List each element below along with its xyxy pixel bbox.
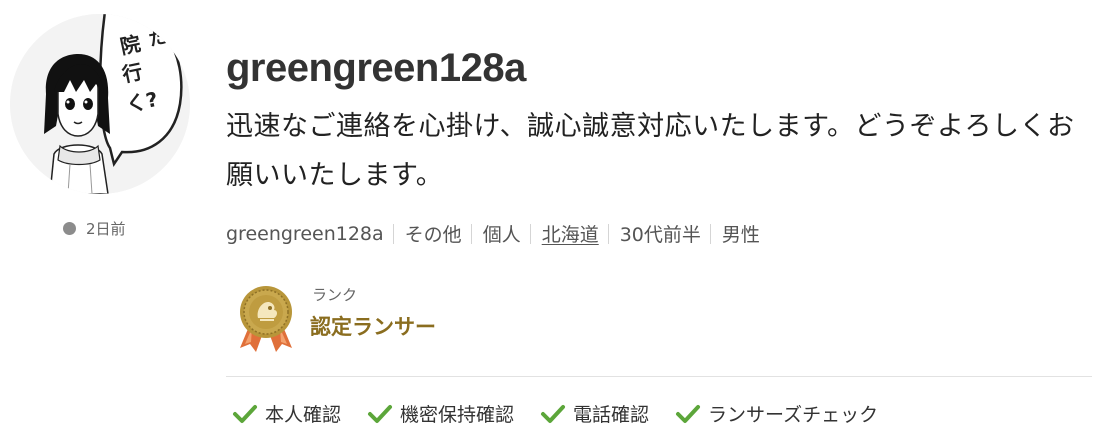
username-heading: greengreen128a xyxy=(226,46,526,90)
verification-label: 本人確認 xyxy=(265,404,342,426)
rank-section: ランク 認定ランサー xyxy=(236,284,436,354)
check-icon xyxy=(676,404,701,423)
verification-label: ランサーズチェック xyxy=(708,404,879,426)
avatar: 院 ため 行 く? xyxy=(10,14,190,194)
verification-identity: 本人確認 xyxy=(232,400,341,427)
verification-phone: 電話確認 xyxy=(540,400,649,427)
last-login-status: 2日前 xyxy=(63,218,126,239)
last-login-text: 2日前 xyxy=(86,220,126,238)
rank-name: 認定ランサー xyxy=(310,315,436,339)
meta-separator xyxy=(470,223,472,244)
verification-lancers-check: ランサーズチェック xyxy=(675,400,878,427)
meta-gender: 男性 xyxy=(721,224,760,246)
check-icon xyxy=(368,404,393,423)
svg-text:ため: ため xyxy=(147,23,187,51)
meta-separator xyxy=(529,223,531,244)
meta-age: 30代前半 xyxy=(619,224,701,246)
meta-type: 個人 xyxy=(482,224,521,246)
meta-separator xyxy=(709,223,711,244)
profile-meta: greengreen128a その他 個人 北海道 30代前半 男性 xyxy=(226,220,760,247)
avatar-illustration: 院 ため 行 く? xyxy=(10,14,190,194)
verification-label: 電話確認 xyxy=(573,404,650,426)
check-icon xyxy=(541,404,566,423)
rank-medal-icon xyxy=(240,286,292,352)
meta-separator xyxy=(392,223,394,244)
verification-label: 機密保持確認 xyxy=(400,404,515,426)
section-divider xyxy=(226,376,1092,377)
rank-text: ランク 認定ランサー xyxy=(310,284,436,341)
catchphrase: 迅速なご連絡を心掛け、誠心誠意対応いたします。どうぞよろしくお願いいたします。 xyxy=(226,111,1075,191)
check-icon xyxy=(233,404,257,423)
verification-nda: 機密保持確認 xyxy=(367,400,514,427)
verification-list: 本人確認 機密保持確認 電話確認 ランサーズチェック xyxy=(232,400,904,427)
meta-region-link[interactable]: 北海道 xyxy=(542,220,599,247)
meta-separator xyxy=(607,223,609,244)
rank-label: ランク xyxy=(312,286,358,304)
meta-category: その他 xyxy=(404,224,462,246)
meta-id: greengreen128a xyxy=(226,222,384,245)
status-dot-icon xyxy=(63,222,76,235)
